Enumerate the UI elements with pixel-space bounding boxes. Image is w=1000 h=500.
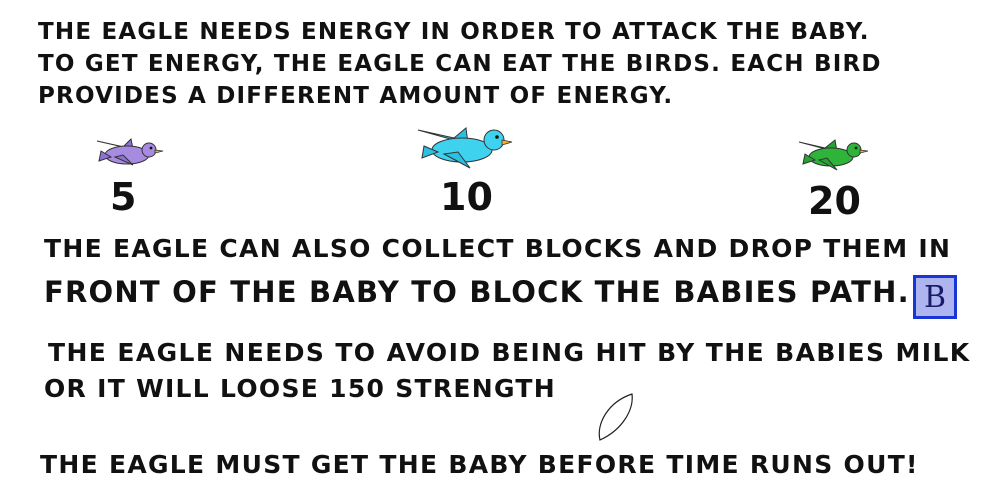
purple-bird-icon bbox=[93, 135, 165, 173]
time-line: The eagle must get the baby before time … bbox=[40, 450, 919, 479]
milk-drop-icon bbox=[594, 390, 638, 449]
block-letter: B bbox=[923, 279, 947, 315]
instructions-screen: The eagle needs energy in order to attac… bbox=[0, 0, 1000, 500]
milk-line-1: The eagle needs to avoid being hit by th… bbox=[48, 338, 971, 367]
green-bird-energy: 20 bbox=[808, 179, 861, 223]
intro-line-1: The eagle needs energy in order to attac… bbox=[38, 19, 870, 45]
intro-line-2: To get energy, the eagle can eat the bir… bbox=[38, 51, 882, 77]
blue-bird-energy: 10 bbox=[440, 175, 493, 219]
blocks-line-2: front of the baby to block the babies pa… bbox=[44, 275, 910, 309]
block-icon: B bbox=[913, 275, 957, 319]
green-bird-icon bbox=[797, 136, 869, 176]
blue-bird-icon bbox=[414, 124, 514, 174]
purple-bird-energy: 5 bbox=[110, 175, 137, 219]
intro-line-3: provides a different amount of energy. bbox=[38, 83, 674, 109]
intro-text: The eagle needs energy in order to attac… bbox=[38, 16, 882, 112]
milk-line-2: or it will loose 150 strength bbox=[44, 374, 556, 403]
blocks-line-1: The eagle can also collect blocks and dr… bbox=[44, 234, 952, 263]
